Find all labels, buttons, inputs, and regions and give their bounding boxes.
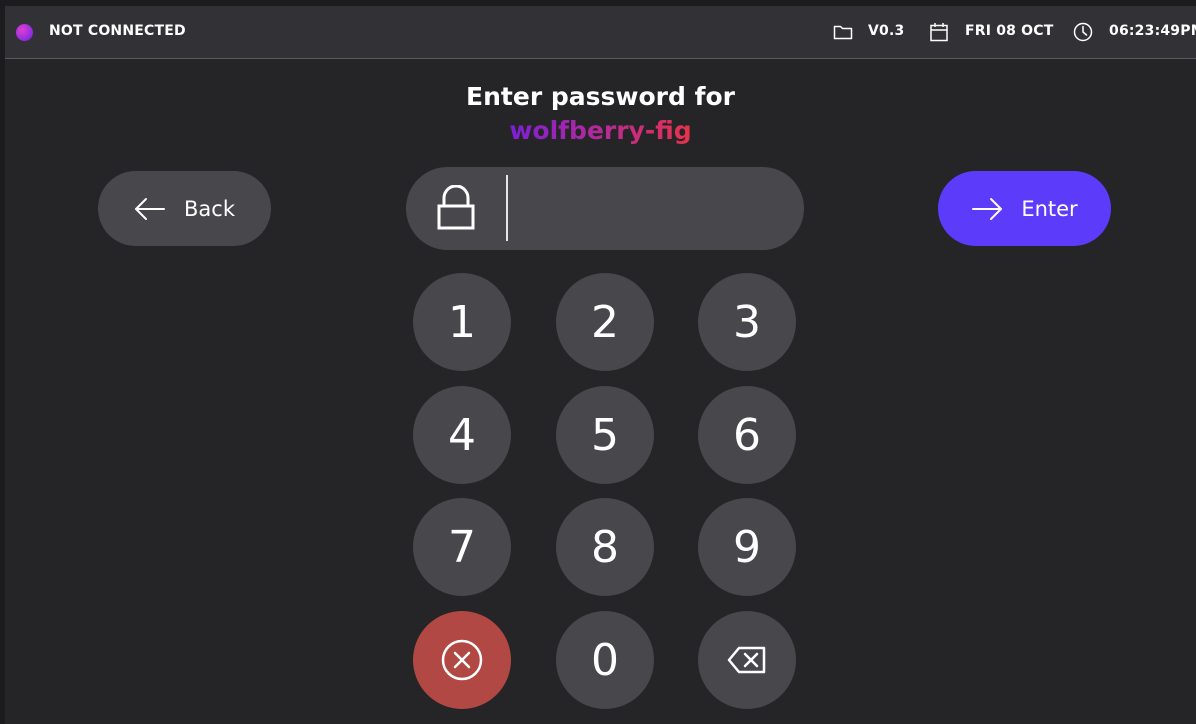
status-bar: NOT CONNECTED V0.3 FRI 08 OCT 06:23:49PM [5, 6, 1196, 59]
back-button-label: Back [184, 196, 235, 221]
folder-icon [833, 25, 853, 40]
key-5[interactable]: 5 [556, 386, 654, 484]
key-2[interactable]: 2 [556, 273, 654, 371]
key-9[interactable]: 9 [698, 498, 796, 596]
key-1[interactable]: 1 [413, 273, 511, 371]
version-label: V0.3 [868, 23, 905, 39]
key-3[interactable]: 3 [698, 273, 796, 371]
connection-status: NOT CONNECTED [49, 23, 186, 39]
clock-icon [1073, 22, 1093, 42]
key-4[interactable]: 4 [413, 386, 511, 484]
calendar-icon [930, 23, 948, 42]
connection-status-dot [16, 24, 33, 41]
backspace-button[interactable] [698, 611, 796, 709]
time-label: 06:23:49PM [1109, 23, 1196, 39]
key-0[interactable]: 0 [556, 611, 654, 709]
text-caret [506, 175, 508, 241]
enter-button-label: Enter [1021, 196, 1078, 221]
back-button[interactable]: Back [98, 171, 271, 246]
lock-icon [437, 185, 475, 230]
prompt-username: wolfberry-fig [509, 116, 692, 145]
key-6[interactable]: 6 [698, 386, 796, 484]
password-input[interactable] [512, 167, 786, 252]
date-label: FRI 08 OCT [965, 23, 1054, 39]
arrow-left-icon [135, 197, 165, 220]
key-8[interactable]: 8 [556, 498, 654, 596]
clear-button[interactable] [413, 611, 511, 709]
password-field[interactable] [406, 167, 804, 252]
key-7[interactable]: 7 [413, 498, 511, 596]
clear-circle-x-icon [441, 639, 483, 681]
prompt-username-wrapper: wolfberry-fig [5, 116, 1196, 145]
backspace-icon [727, 646, 766, 674]
arrow-right-icon [972, 197, 1003, 220]
enter-button[interactable]: Enter [938, 171, 1111, 246]
password-screen: NOT CONNECTED V0.3 FRI 08 OCT 06:23:49PM… [5, 6, 1196, 724]
prompt-title: Enter password for [466, 82, 735, 111]
